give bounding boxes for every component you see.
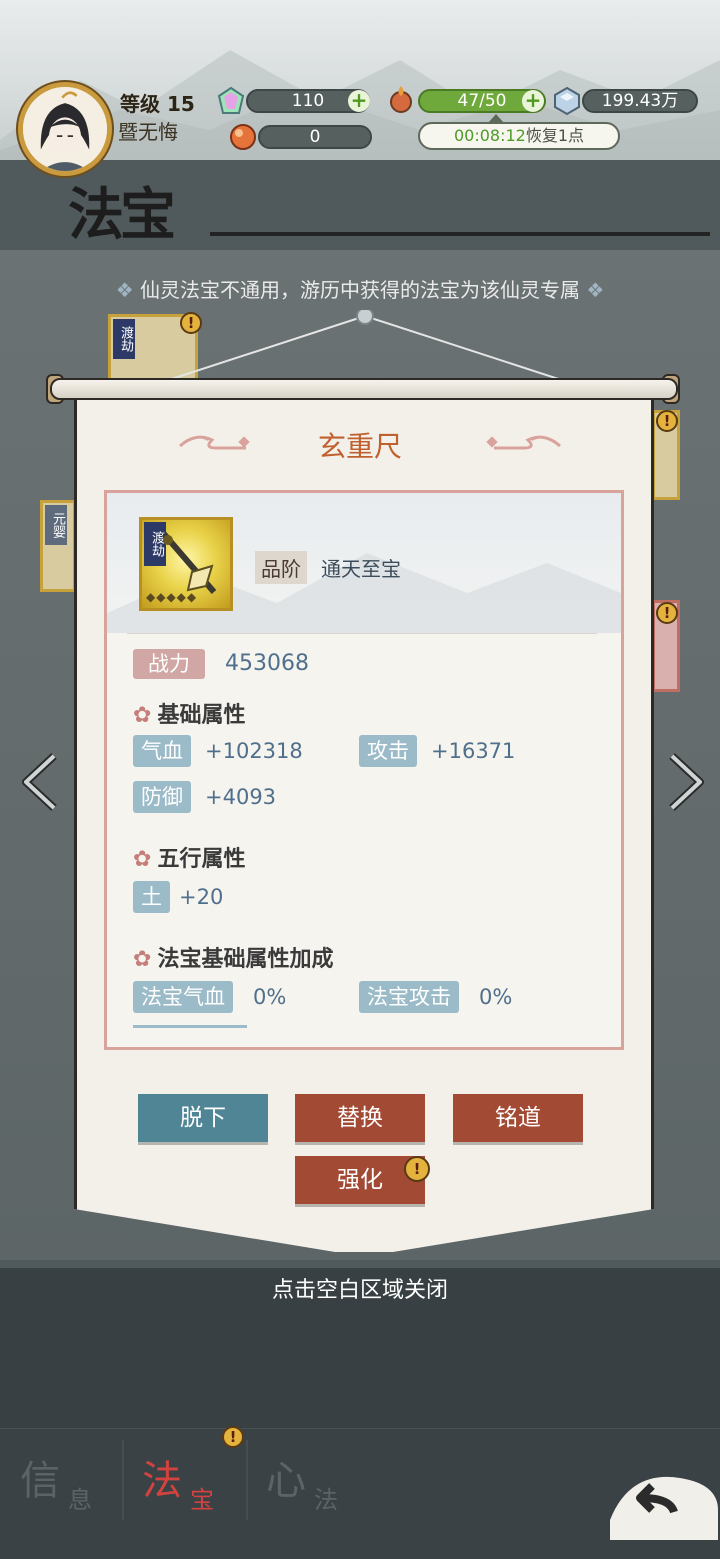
side-item-card-left[interactable]: 元婴 — [40, 500, 76, 592]
page-title: 法宝 — [68, 182, 176, 248]
grade-label: 品阶 — [255, 551, 307, 584]
item-icon[interactable]: 渡劫 ◆◆◆◆◆ — [139, 517, 233, 611]
stat-hp-label: 气血 — [133, 735, 191, 767]
stat-def-value: +4093 — [205, 785, 277, 809]
power-value: 453068 — [225, 651, 309, 676]
bonus-hp-value: 0% — [253, 985, 287, 1009]
cloud-ornament-left-icon — [179, 435, 250, 450]
orb-count: 0 — [258, 125, 372, 149]
stat-atk-label: 攻击 — [359, 735, 417, 767]
tab-info-sublabel: 息 — [68, 1486, 92, 1514]
crystal-count: 199.43万 — [582, 89, 698, 113]
section-hint: ❖ 仙灵法宝不通用，游历中获得的法宝为该仙灵专属 ❖ — [115, 278, 605, 302]
stat-earth-value: +20 — [179, 885, 224, 909]
player-avatar[interactable] — [18, 82, 112, 176]
item-info-panel: 渡劫 ◆◆◆◆◆ 品阶 通天至宝 战力 453068 ✿ 基础属性 气血 +102… — [104, 490, 624, 1050]
stat-hp-value: +102318 — [205, 739, 303, 763]
stamina-recover-timer: 00:08:12恢复1点 — [418, 122, 620, 150]
star-rating-icon: ◆◆◆◆◆ — [146, 590, 198, 604]
bonus-hp-label: 法宝气血 — [133, 981, 233, 1013]
bonus-atk-label: 法宝攻击 — [359, 981, 459, 1013]
stamina-icon — [390, 86, 412, 113]
diamond-right-icon: ❖ — [586, 278, 605, 302]
element-stats-heading: ✿ 五行属性 — [133, 847, 246, 872]
player-level: 等级 15 — [120, 92, 195, 116]
diamond-left-icon: ❖ — [115, 278, 134, 302]
stat-def-label: 防御 — [133, 781, 191, 813]
inscribe-button[interactable]: 铭道 — [453, 1094, 583, 1142]
back-icon[interactable] — [600, 1440, 720, 1540]
tab-treasure-label: 法 — [142, 1458, 182, 1504]
side-card-tag: 元婴 — [45, 505, 67, 545]
add-stamina-button[interactable]: + — [522, 90, 544, 112]
close-hint[interactable]: 点击空白区域关闭 — [0, 1272, 720, 1304]
scroll-rod — [50, 378, 678, 400]
prev-arrow-icon[interactable] — [18, 752, 62, 812]
cloud-ornament-right-icon — [486, 435, 561, 450]
replace-button[interactable]: 替换 — [295, 1094, 425, 1142]
tab-treasure-sublabel: 宝 — [190, 1486, 214, 1514]
player-name: 暨无悔 — [118, 120, 178, 144]
orb-icon — [230, 124, 256, 150]
stat-earth-label: 土 — [133, 881, 170, 913]
gem-icon — [217, 86, 245, 114]
item-header: 渡劫 ◆◆◆◆◆ 品阶 通天至宝 — [107, 493, 621, 633]
avatar-portrait-icon — [23, 87, 107, 171]
header-divider — [127, 633, 597, 634]
flower-icon: ✿ — [133, 847, 152, 872]
alert-badge-icon: ! — [656, 410, 678, 432]
base-stats-heading: ✿ 基础属性 — [133, 703, 246, 728]
alert-badge-icon: ! — [656, 602, 678, 624]
next-arrow-icon[interactable] — [664, 752, 708, 812]
item-name: 玄重尺 — [317, 430, 402, 463]
bonus-atk-value: 0% — [479, 985, 513, 1009]
tab-separator — [246, 1440, 248, 1520]
stat-atk-value: +16371 — [431, 739, 516, 763]
add-gem-button[interactable]: + — [348, 90, 370, 112]
tab-separator — [122, 1440, 124, 1520]
tab-info-label: 信 — [20, 1458, 60, 1504]
title-divider — [210, 232, 710, 236]
flower-icon: ✿ — [133, 947, 152, 972]
tab-method[interactable]: 心 法 — [262, 1430, 382, 1520]
grade-value: 通天至宝 — [321, 557, 401, 581]
unequip-button[interactable]: 脱下 — [138, 1094, 268, 1142]
bonus-stats-heading: ✿ 法宝基础属性加成 — [133, 947, 334, 972]
tab-alert-icon: ! — [222, 1426, 244, 1448]
crystal-icon — [554, 86, 580, 116]
tab-method-sublabel: 法 — [314, 1486, 338, 1514]
tab-method-label: 心 — [266, 1458, 306, 1504]
power-label: 战力 — [133, 649, 205, 679]
enhance-alert-icon: ! — [404, 1156, 430, 1182]
scroll-more-indicator — [133, 1025, 247, 1028]
flower-icon: ✿ — [133, 703, 152, 728]
side-card-tag: 渡劫 — [113, 319, 135, 359]
